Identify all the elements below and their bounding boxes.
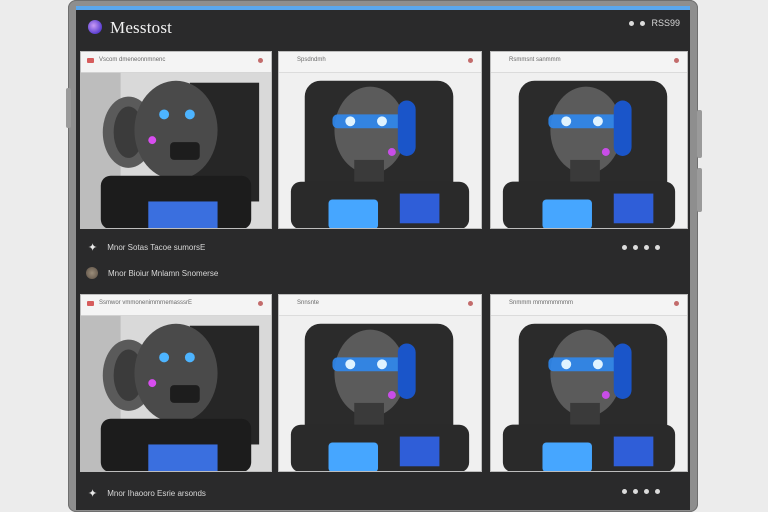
prompt-text: Mnor Ihaooro Esrie arsonds xyxy=(107,489,206,498)
card-caption: Ssmwor vmmonenimmrnemasssrE xyxy=(99,300,193,306)
close-icon[interactable] xyxy=(468,301,473,306)
card-caption: Snmmm mmmmmmmm xyxy=(509,300,573,306)
card-favicon-icon xyxy=(87,58,94,63)
close-icon[interactable] xyxy=(468,58,473,63)
app-title: Messtost xyxy=(110,18,173,37)
card-header: Vscom dmeneonnmnenc xyxy=(81,52,271,73)
card-header: Snnsnte xyxy=(279,295,481,316)
volume-button xyxy=(66,88,71,128)
sparkle-icon: ✦ xyxy=(88,488,98,500)
robot-image xyxy=(81,72,271,228)
more-icon[interactable] xyxy=(644,489,649,494)
sparkle-icon: ✦ xyxy=(88,242,98,254)
row-actions-1[interactable] xyxy=(622,245,660,250)
menu-icon[interactable] xyxy=(655,245,660,250)
power-button xyxy=(697,110,702,158)
robot-image xyxy=(279,315,481,471)
status-area: RSS99 xyxy=(629,18,680,28)
close-icon[interactable] xyxy=(258,301,263,306)
copy-icon[interactable] xyxy=(622,489,627,494)
image-card-6[interactable]: Snmmm mmmmmmmm xyxy=(490,294,688,472)
card-caption: Vscom dmeneonnmnenc xyxy=(99,57,166,63)
notification-icon[interactable] xyxy=(629,20,635,26)
title-bar: Messtost RSS99 xyxy=(76,10,690,48)
share-icon[interactable] xyxy=(633,245,638,250)
robot-image xyxy=(491,72,687,228)
card-caption: Spsdndmh xyxy=(297,57,326,63)
card-favicon-icon xyxy=(87,301,94,306)
share-icon[interactable] xyxy=(633,489,638,494)
settings-icon[interactable] xyxy=(640,20,646,26)
image-card-2[interactable]: Spsdndmh xyxy=(278,51,482,229)
robot-image xyxy=(279,72,481,228)
side-button xyxy=(697,168,702,212)
menu-icon[interactable] xyxy=(655,489,660,494)
reply-text: Mnor Bioiur Mnlamn Snomerse xyxy=(108,268,219,278)
image-card-5[interactable]: Snnsnte xyxy=(278,294,482,472)
close-icon[interactable] xyxy=(258,58,263,63)
copy-icon[interactable] xyxy=(622,245,627,250)
robot-image xyxy=(81,315,271,471)
card-header: Ssmwor vmmonenimmrnemasssrE xyxy=(81,295,271,316)
card-caption: Snnsnte xyxy=(297,300,320,306)
card-header: Snmmm mmmmmmmm xyxy=(491,295,687,316)
prompt-row-2: ✦ Mnor Ihaooro Esrie arsonds xyxy=(88,487,206,500)
avatar xyxy=(86,267,98,279)
image-card-1[interactable]: Vscom dmeneonnmnenc xyxy=(80,51,272,229)
card-header: Rsmmsnt sanmmm xyxy=(491,52,687,73)
card-caption: Rsmmsnt sanmmm xyxy=(509,57,561,63)
status-text: RSS99 xyxy=(651,18,680,28)
image-card-4[interactable]: Ssmwor vmmonenimmrnemasssrE xyxy=(80,294,272,472)
app-logo-icon xyxy=(88,20,102,34)
robot-image xyxy=(491,315,687,471)
prompt-text: Mnor Sotas Tacoe sumorsE xyxy=(107,243,206,252)
close-icon[interactable] xyxy=(674,301,679,306)
reply-row-1: Mnor Bioiur Mnlamn Snomerse xyxy=(86,267,218,279)
close-icon[interactable] xyxy=(674,58,679,63)
prompt-row-1: ✦ Mnor Sotas Tacoe sumorsE xyxy=(88,241,205,254)
more-icon[interactable] xyxy=(644,245,649,250)
row-actions-2[interactable] xyxy=(622,489,660,494)
card-header: Spsdndmh xyxy=(279,52,481,73)
app-screen: Messtost RSS99 Vscom dmeneonnmnenc Spsdn… xyxy=(76,6,690,510)
image-card-3[interactable]: Rsmmsnt sanmmm xyxy=(490,51,688,229)
